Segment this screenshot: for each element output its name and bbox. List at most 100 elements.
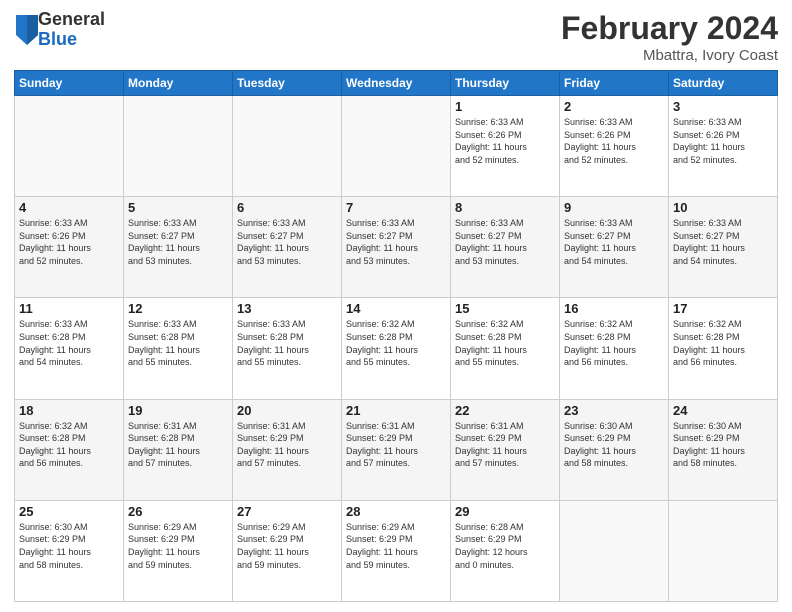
day-info: Sunrise: 6:30 AM Sunset: 6:29 PM Dayligh… bbox=[673, 420, 773, 470]
table-row: 17 Sunrise: 6:32 AM Sunset: 6:28 PM Dayli… bbox=[669, 298, 778, 399]
day-info: Sunrise: 6:33 AM Sunset: 6:27 PM Dayligh… bbox=[564, 217, 664, 267]
page: General Blue February 2024 Mbattra, Ivor… bbox=[0, 0, 792, 612]
table-row: 21 Sunrise: 6:31 AM Sunset: 6:29 PM Dayli… bbox=[342, 399, 451, 500]
day-info: Sunrise: 6:32 AM Sunset: 6:28 PM Dayligh… bbox=[455, 318, 555, 368]
table-row: 3Sunrise: 6:33 AM Sunset: 6:26 PM Daylig… bbox=[669, 96, 778, 197]
col-tuesday: Tuesday bbox=[233, 71, 342, 96]
day-number: 14 bbox=[346, 301, 446, 316]
day-info: Sunrise: 6:32 AM Sunset: 6:28 PM Dayligh… bbox=[346, 318, 446, 368]
day-info: Sunrise: 6:33 AM Sunset: 6:28 PM Dayligh… bbox=[237, 318, 337, 368]
day-number: 16 bbox=[564, 301, 664, 316]
table-row: 18 Sunrise: 6:32 AM Sunset: 6:28 PM Dayli… bbox=[15, 399, 124, 500]
table-row: 10 Sunrise: 6:33 AM Sunset: 6:27 PM Dayli… bbox=[669, 197, 778, 298]
day-number: 13 bbox=[237, 301, 337, 316]
day-number: 26 bbox=[128, 504, 228, 519]
table-row: 11Sunrise: 6:33 AM Sunset: 6:28 PM Dayli… bbox=[15, 298, 124, 399]
day-info: Sunrise: 6:33 AM Sunset: 6:27 PM Dayligh… bbox=[673, 217, 773, 267]
day-info: Sunrise: 6:32 AM Sunset: 6:28 PM Dayligh… bbox=[673, 318, 773, 368]
logo-text: General Blue bbox=[38, 10, 105, 50]
day-number: 1 bbox=[455, 99, 555, 114]
table-row: 27Sunrise: 6:29 AM Sunset: 6:29 PM Dayli… bbox=[233, 500, 342, 601]
table-row: 4 Sunrise: 6:33 AM Sunset: 6:26 PM Daylig… bbox=[15, 197, 124, 298]
table-row: 28 Sunrise: 6:29 AM Sunset: 6:29 PM Dayli… bbox=[342, 500, 451, 601]
table-row: 19 Sunrise: 6:31 AM Sunset: 6:28 PM Dayli… bbox=[124, 399, 233, 500]
day-number: 23 bbox=[564, 403, 664, 418]
table-row: 5Sunrise: 6:33 AM Sunset: 6:27 PM Daylig… bbox=[124, 197, 233, 298]
col-wednesday: Wednesday bbox=[342, 71, 451, 96]
table-row: 15 Sunrise: 6:32 AM Sunset: 6:28 PM Dayli… bbox=[451, 298, 560, 399]
day-info: Sunrise: 6:33 AM Sunset: 6:26 PM Dayligh… bbox=[19, 217, 119, 267]
table-row: 7 Sunrise: 6:33 AM Sunset: 6:27 PM Daylig… bbox=[342, 197, 451, 298]
calendar-header-row: Sunday Monday Tuesday Wednesday Thursday… bbox=[15, 71, 778, 96]
day-info: Sunrise: 6:31 AM Sunset: 6:29 PM Dayligh… bbox=[346, 420, 446, 470]
calendar-week-row: 11Sunrise: 6:33 AM Sunset: 6:28 PM Dayli… bbox=[15, 298, 778, 399]
table-row: 20 Sunrise: 6:31 AM Sunset: 6:29 PM Dayli… bbox=[233, 399, 342, 500]
day-number: 10 bbox=[673, 200, 773, 215]
table-row: 23 Sunrise: 6:30 AM Sunset: 6:29 PM Dayli… bbox=[560, 399, 669, 500]
day-number: 4 bbox=[19, 200, 119, 215]
day-info: Sunrise: 6:33 AM Sunset: 6:28 PM Dayligh… bbox=[128, 318, 228, 368]
table-row: 1 Sunrise: 6:33 AM Sunset: 6:26 PM Daylig… bbox=[451, 96, 560, 197]
day-info: Sunrise: 6:31 AM Sunset: 6:29 PM Dayligh… bbox=[237, 420, 337, 470]
day-info: Sunrise: 6:28 AM Sunset: 6:29 PM Dayligh… bbox=[455, 521, 555, 571]
table-row: 29 Sunrise: 6:28 AM Sunset: 6:29 PM Dayli… bbox=[451, 500, 560, 601]
day-info: Sunrise: 6:33 AM Sunset: 6:27 PM Dayligh… bbox=[455, 217, 555, 267]
table-row bbox=[124, 96, 233, 197]
day-number: 24 bbox=[673, 403, 773, 418]
day-info: Sunrise: 6:31 AM Sunset: 6:28 PM Dayligh… bbox=[128, 420, 228, 470]
calendar-week-row: 18 Sunrise: 6:32 AM Sunset: 6:28 PM Dayli… bbox=[15, 399, 778, 500]
title-location: Mbattra, Ivory Coast bbox=[561, 47, 778, 64]
table-row: 13 Sunrise: 6:33 AM Sunset: 6:28 PM Dayli… bbox=[233, 298, 342, 399]
day-info: Sunrise: 6:33 AM Sunset: 6:26 PM Dayligh… bbox=[673, 116, 773, 166]
day-info: Sunrise: 6:33 AM Sunset: 6:28 PM Dayligh… bbox=[19, 318, 119, 368]
col-saturday: Saturday bbox=[669, 71, 778, 96]
calendar-table: Sunday Monday Tuesday Wednesday Thursday… bbox=[14, 70, 778, 602]
day-number: 17 bbox=[673, 301, 773, 316]
day-number: 5 bbox=[128, 200, 228, 215]
title-month: February 2024 bbox=[561, 10, 778, 47]
table-row: 8 Sunrise: 6:33 AM Sunset: 6:27 PM Daylig… bbox=[451, 197, 560, 298]
day-number: 15 bbox=[455, 301, 555, 316]
day-info: Sunrise: 6:31 AM Sunset: 6:29 PM Dayligh… bbox=[455, 420, 555, 470]
logo-blue: Blue bbox=[38, 30, 105, 50]
generalblue-logo-icon bbox=[16, 15, 38, 45]
day-info: Sunrise: 6:30 AM Sunset: 6:29 PM Dayligh… bbox=[564, 420, 664, 470]
table-row: 9 Sunrise: 6:33 AM Sunset: 6:27 PM Daylig… bbox=[560, 197, 669, 298]
table-row bbox=[15, 96, 124, 197]
day-number: 18 bbox=[19, 403, 119, 418]
table-row bbox=[669, 500, 778, 601]
day-number: 25 bbox=[19, 504, 119, 519]
day-number: 28 bbox=[346, 504, 446, 519]
day-number: 20 bbox=[237, 403, 337, 418]
day-info: Sunrise: 6:32 AM Sunset: 6:28 PM Dayligh… bbox=[19, 420, 119, 470]
calendar-week-row: 25 Sunrise: 6:30 AM Sunset: 6:29 PM Dayli… bbox=[15, 500, 778, 601]
day-number: 12 bbox=[128, 301, 228, 316]
table-row: 12 Sunrise: 6:33 AM Sunset: 6:28 PM Dayli… bbox=[124, 298, 233, 399]
calendar-week-row: 1 Sunrise: 6:33 AM Sunset: 6:26 PM Daylig… bbox=[15, 96, 778, 197]
day-info: Sunrise: 6:33 AM Sunset: 6:26 PM Dayligh… bbox=[455, 116, 555, 166]
day-number: 22 bbox=[455, 403, 555, 418]
day-number: 19 bbox=[128, 403, 228, 418]
table-row: 24 Sunrise: 6:30 AM Sunset: 6:29 PM Dayli… bbox=[669, 399, 778, 500]
day-number: 9 bbox=[564, 200, 664, 215]
col-thursday: Thursday bbox=[451, 71, 560, 96]
table-row: 25 Sunrise: 6:30 AM Sunset: 6:29 PM Dayli… bbox=[15, 500, 124, 601]
day-number: 21 bbox=[346, 403, 446, 418]
title-block: February 2024 Mbattra, Ivory Coast bbox=[561, 10, 778, 64]
day-number: 7 bbox=[346, 200, 446, 215]
table-row: 26 Sunrise: 6:29 AM Sunset: 6:29 PM Dayli… bbox=[124, 500, 233, 601]
day-info: Sunrise: 6:29 AM Sunset: 6:29 PM Dayligh… bbox=[128, 521, 228, 571]
day-info: Sunrise: 6:33 AM Sunset: 6:27 PM Dayligh… bbox=[346, 217, 446, 267]
day-info: Sunrise: 6:33 AM Sunset: 6:26 PM Dayligh… bbox=[564, 116, 664, 166]
table-row: 14 Sunrise: 6:32 AM Sunset: 6:28 PM Dayli… bbox=[342, 298, 451, 399]
table-row: 22 Sunrise: 6:31 AM Sunset: 6:29 PM Dayli… bbox=[451, 399, 560, 500]
day-number: 27 bbox=[237, 504, 337, 519]
col-monday: Monday bbox=[124, 71, 233, 96]
table-row: 16Sunrise: 6:32 AM Sunset: 6:28 PM Dayli… bbox=[560, 298, 669, 399]
day-number: 8 bbox=[455, 200, 555, 215]
day-info: Sunrise: 6:30 AM Sunset: 6:29 PM Dayligh… bbox=[19, 521, 119, 571]
day-info: Sunrise: 6:29 AM Sunset: 6:29 PM Dayligh… bbox=[346, 521, 446, 571]
logo-general: General bbox=[38, 10, 105, 30]
table-row bbox=[342, 96, 451, 197]
day-number: 29 bbox=[455, 504, 555, 519]
